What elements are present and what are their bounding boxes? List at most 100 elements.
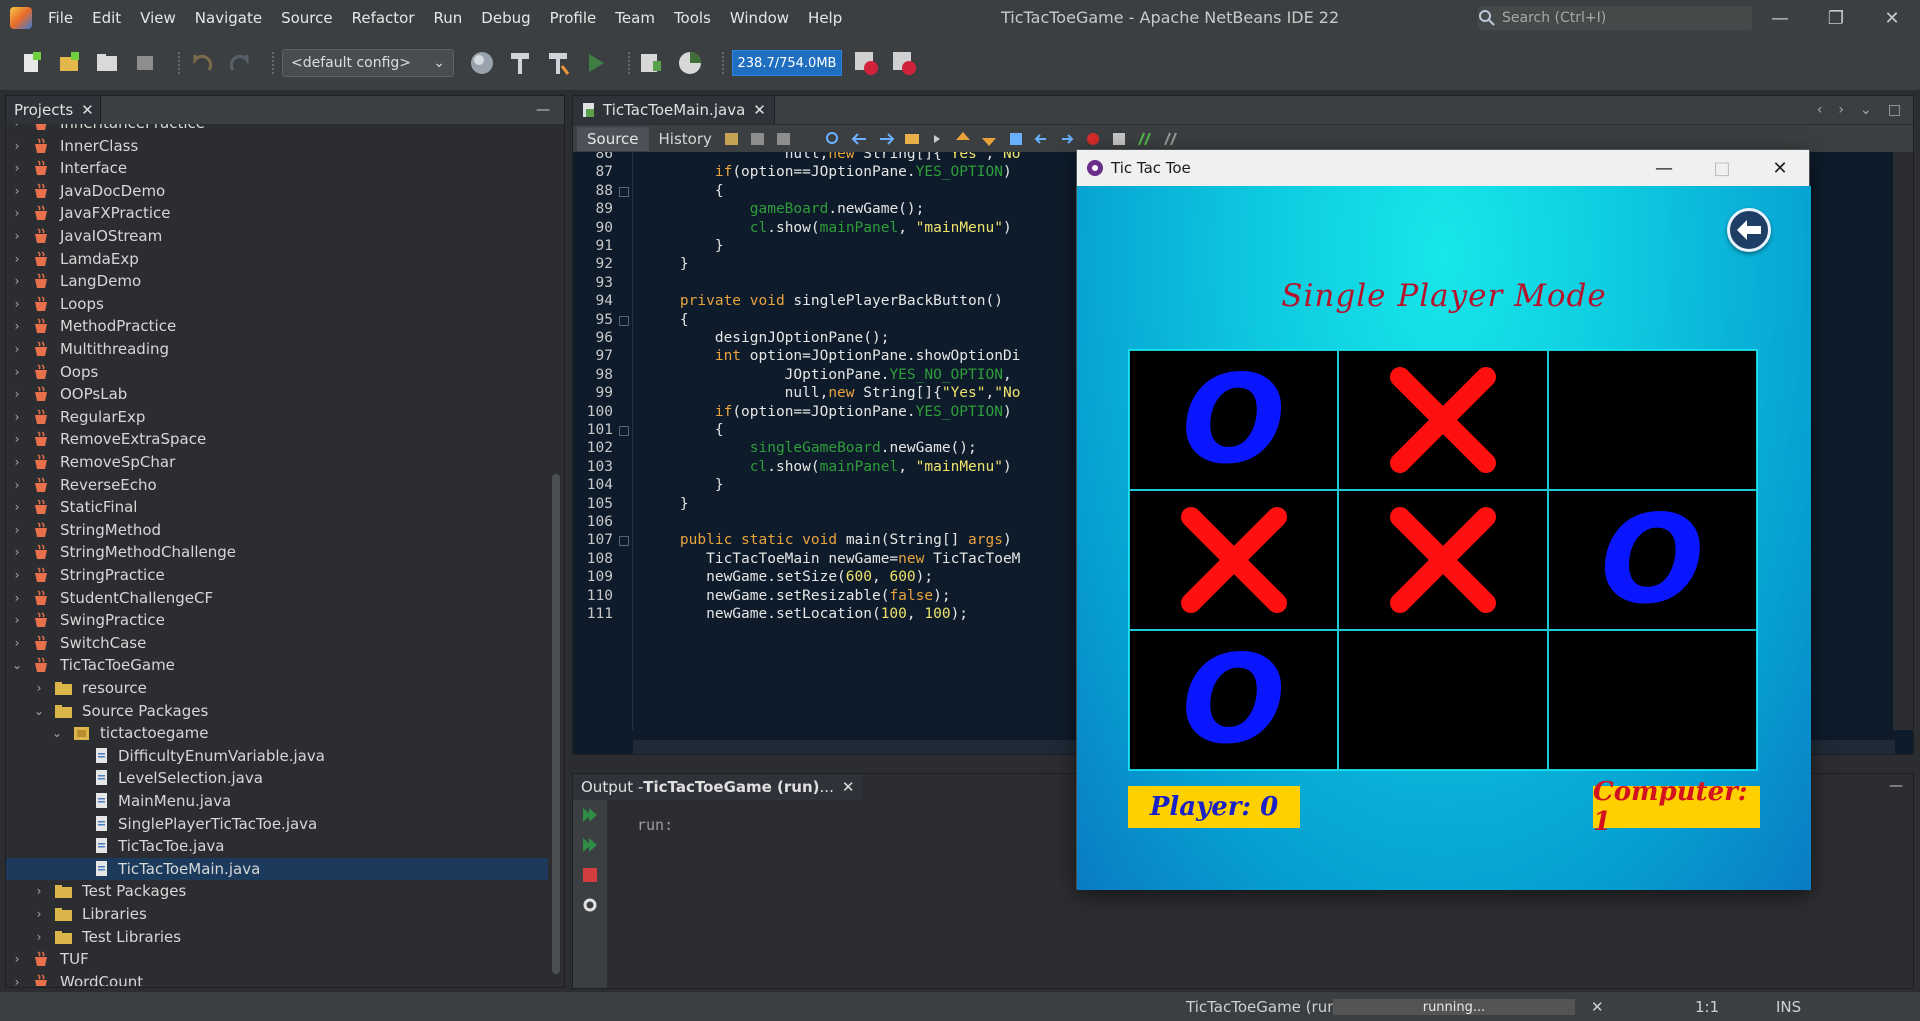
- board-cell[interactable]: [1129, 490, 1339, 630]
- minimize-panel-button[interactable]: —: [536, 102, 550, 118]
- next-bookmark-icon[interactable]: [980, 130, 1000, 148]
- minimize-button[interactable]: —: [1635, 150, 1693, 186]
- maximize-button[interactable]: ❐: [1808, 0, 1864, 36]
- source-view-button[interactable]: Source: [577, 126, 649, 151]
- tree-item[interactable]: ⌄ TicTacToeGame: [6, 654, 175, 676]
- build-button[interactable]: [506, 49, 534, 77]
- cancel-task-icon[interactable]: ✕: [1591, 998, 1604, 1016]
- tree-item[interactable]: › OOPsLab: [6, 383, 128, 405]
- stop-macro-icon[interactable]: [1110, 130, 1130, 148]
- board-cell[interactable]: [1547, 350, 1757, 490]
- menu-item-run[interactable]: Run: [434, 9, 482, 27]
- tree-item[interactable]: › StringMethod: [6, 519, 161, 541]
- tree-item[interactable]: TicTacToe.java: [6, 835, 224, 857]
- code-fold-toggle[interactable]: [619, 536, 629, 547]
- globe-button[interactable]: [468, 49, 496, 77]
- code-fold-toggle[interactable]: [619, 186, 629, 197]
- chevron-down-icon[interactable]: ⌄: [1860, 102, 1872, 118]
- menu-item-edit[interactable]: Edit: [92, 9, 140, 27]
- chevron-right-icon[interactable]: ›: [10, 184, 24, 198]
- chevron-right-icon[interactable]: ›: [10, 636, 24, 650]
- maximize-button[interactable]: □: [1693, 150, 1751, 186]
- tree-item[interactable]: › MethodPractice: [6, 315, 177, 337]
- menu-item-navigate[interactable]: Navigate: [195, 9, 281, 27]
- close-button[interactable]: ✕: [1864, 0, 1920, 36]
- open-project-button[interactable]: [94, 49, 122, 77]
- chevron-right-icon[interactable]: ›: [10, 478, 24, 492]
- undo-button[interactable]: [188, 49, 216, 77]
- menu-item-source[interactable]: Source: [281, 9, 352, 27]
- editor-vertical-scrollbar[interactable]: [1893, 152, 1913, 730]
- tree-item[interactable]: › Multithreading: [6, 338, 169, 360]
- tree-item[interactable]: › resource: [6, 677, 147, 699]
- shift-left-icon[interactable]: [1032, 130, 1052, 148]
- chevron-right-icon[interactable]: ›: [10, 342, 24, 356]
- back-button[interactable]: [1727, 208, 1771, 252]
- chevron-down-icon[interactable]: ⌄: [32, 704, 46, 718]
- tree-item[interactable]: ⌄ Source Packages: [6, 700, 208, 722]
- chevron-right-icon[interactable]: ›: [10, 455, 24, 469]
- tree-item[interactable]: › WordCount: [6, 971, 143, 986]
- chevron-right-icon[interactable]: ›: [10, 952, 24, 966]
- tree-item[interactable]: › Test Packages: [6, 880, 187, 902]
- tree-item[interactable]: › Loops: [6, 293, 104, 315]
- board-cell[interactable]: [1547, 630, 1757, 770]
- new-project-button[interactable]: [56, 49, 84, 77]
- chevron-right-icon[interactable]: ›: [10, 206, 24, 220]
- menu-item-debug[interactable]: Debug: [481, 9, 549, 27]
- tree-item[interactable]: › Oops: [6, 361, 99, 383]
- close-icon[interactable]: ✕: [842, 778, 855, 796]
- chevron-left-icon[interactable]: ‹: [1817, 102, 1823, 118]
- menu-item-file[interactable]: File: [48, 9, 92, 27]
- chevron-right-icon[interactable]: ›: [10, 365, 24, 379]
- chevron-right-icon[interactable]: ›: [10, 545, 24, 559]
- chevron-right-icon[interactable]: ›: [10, 500, 24, 514]
- tree-item[interactable]: LevelSelection.java: [6, 767, 263, 789]
- menu-item-tools[interactable]: Tools: [674, 9, 730, 27]
- back-icon[interactable]: [748, 130, 768, 148]
- menu-item-help[interactable]: Help: [808, 9, 861, 27]
- find-next-icon[interactable]: [876, 130, 896, 148]
- search-box[interactable]: Search (Ctrl+I): [1478, 6, 1752, 30]
- tree-item[interactable]: › RemoveExtraSpace: [6, 428, 207, 450]
- previous-bookmark-icon[interactable]: [954, 130, 974, 148]
- menu-item-view[interactable]: View: [140, 9, 195, 27]
- maximize-icon[interactable]: □: [1888, 102, 1901, 118]
- tab-ticTacToeMain[interactable]: TicTacToeMain.java ✕: [573, 96, 775, 124]
- chevron-right-icon[interactable]: ›: [32, 884, 46, 898]
- board-cell[interactable]: O: [1129, 350, 1339, 490]
- profile-button[interactable]: [676, 49, 704, 77]
- tree-item[interactable]: › Libraries: [6, 903, 147, 925]
- tree-item[interactable]: ⌄ tictactoegame: [6, 722, 209, 744]
- chevron-down-icon[interactable]: ⌄: [10, 658, 24, 672]
- board-cell[interactable]: [1338, 630, 1548, 770]
- shift-right-icon[interactable]: [1058, 130, 1078, 148]
- board-cell[interactable]: [1338, 350, 1548, 490]
- tree-item[interactable]: › JavaDocDemo: [6, 180, 166, 202]
- tree-item[interactable]: › StudentChallengeCF: [6, 587, 214, 609]
- tree-item[interactable]: › Interface: [6, 157, 128, 179]
- chevron-right-icon[interactable]: ›: [10, 613, 24, 627]
- code-fold-toggle[interactable]: [619, 315, 629, 326]
- menu-item-profile[interactable]: Profile: [550, 9, 616, 27]
- tree-item[interactable]: › StringMethodChallenge: [6, 541, 236, 563]
- toggle-bookmark-icon[interactable]: [1006, 130, 1026, 148]
- uncomment-icon[interactable]: [1162, 130, 1182, 148]
- gc-button[interactable]: [852, 49, 880, 77]
- close-icon[interactable]: ✕: [753, 101, 766, 119]
- stop-icon[interactable]: [581, 866, 599, 884]
- menu-item-refactor[interactable]: Refactor: [352, 9, 434, 27]
- projects-scrollbar[interactable]: [548, 124, 564, 986]
- tree-item[interactable]: MainMenu.java: [6, 790, 231, 812]
- clean-build-button[interactable]: [544, 49, 572, 77]
- board-cell[interactable]: O: [1547, 490, 1757, 630]
- tree-item[interactable]: SinglePlayerTicTacToe.java: [6, 813, 317, 835]
- tree-item[interactable]: › JavaFXPractice: [6, 202, 171, 224]
- tree-item[interactable]: › InheritancePractice: [6, 124, 205, 134]
- rerun-icon[interactable]: [581, 806, 599, 824]
- comment-icon[interactable]: [1136, 130, 1156, 148]
- chevron-right-icon[interactable]: ›: [32, 907, 46, 921]
- tree-item[interactable]: › RegularExp: [6, 406, 146, 428]
- find-previous-icon[interactable]: [850, 130, 870, 148]
- close-icon[interactable]: ✕: [81, 101, 94, 119]
